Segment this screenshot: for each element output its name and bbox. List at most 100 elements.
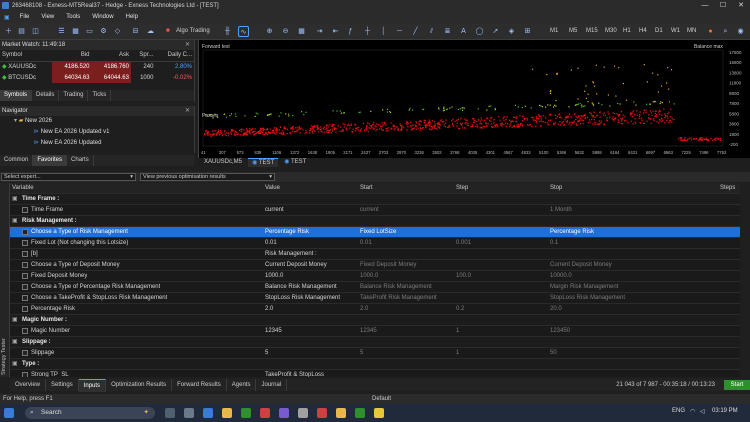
table-row[interactable]: ◆ BTCUSDc 64034.63 64044.63 1000 -0.02% — [0, 72, 194, 83]
tf-m5[interactable]: M5 — [566, 26, 580, 37]
arrow-icon[interactable]: ➚ — [490, 26, 501, 37]
col-start[interactable]: Start — [360, 183, 373, 193]
value-cell[interactable]: Current Deposit Money — [265, 260, 357, 270]
tab-journal[interactable]: Journal — [256, 379, 288, 391]
objects-icon[interactable]: ◈ — [506, 26, 517, 37]
col-step[interactable]: Step — [456, 183, 468, 193]
tf-h1[interactable]: H1 — [620, 26, 634, 37]
zoom-in-icon[interactable]: ⊕ — [264, 26, 275, 37]
stop-cell[interactable]: 0.1 — [550, 238, 710, 248]
value-cell[interactable]: 2.0 — [265, 304, 357, 314]
value-cell[interactable]: 1000.0 — [265, 271, 357, 281]
close-icon[interactable]: ✕ — [185, 40, 190, 50]
table-row[interactable]: Choose a TakeProfit & StopLoss Risk Mana… — [10, 293, 740, 304]
app-2-icon[interactable] — [241, 408, 251, 418]
grid-icon[interactable]: ▦ — [296, 26, 307, 37]
market-watch-icon[interactable]: ◫ — [30, 26, 41, 37]
templates-icon[interactable]: ⊞ — [522, 26, 533, 37]
search-box[interactable]: ⌕ Search ✦ — [25, 407, 155, 419]
tab-ticks[interactable]: Ticks — [88, 90, 112, 101]
start-cell[interactable]: 2.0 — [360, 304, 452, 314]
col-bid[interactable]: Bid — [52, 50, 92, 62]
col-symbol[interactable]: Symbol — [0, 50, 53, 62]
tab-forward-results[interactable]: Forward Results — [172, 379, 227, 391]
value-cell[interactable]: TakeProfit & StopLoss — [265, 370, 357, 377]
task-view-icon[interactable] — [165, 408, 175, 418]
value-cell[interactable]: 5 — [265, 348, 357, 358]
value-cell[interactable]: StopLoss Risk Management — [265, 293, 357, 303]
table-row[interactable]: [b] Risk Management : — [10, 249, 740, 260]
app-4-icon[interactable] — [279, 408, 289, 418]
indicators-icon[interactable]: ƒ — [345, 26, 356, 37]
stop-cell[interactable]: StopLoss Risk Management — [550, 293, 710, 303]
app-3-icon[interactable] — [260, 408, 270, 418]
app-8-icon[interactable] — [355, 408, 365, 418]
tab-trading[interactable]: Trading — [59, 90, 89, 101]
table-row[interactable]: Strong TP_SL TakeProfit & StopLoss — [10, 370, 740, 377]
app-1-icon[interactable] — [203, 408, 213, 418]
start-cell[interactable]: 5 — [360, 348, 452, 358]
crosshair-icon[interactable]: ┼ — [362, 26, 373, 37]
col-variable[interactable]: Variable — [12, 183, 34, 193]
start-cell[interactable]: Fixed LotSize — [360, 227, 452, 237]
tab-optimization-results[interactable]: Optimization Results — [106, 379, 173, 391]
app-7-icon[interactable] — [336, 408, 346, 418]
optimize-checkbox[interactable] — [22, 372, 28, 377]
table-row[interactable]: Magic Number 12345 12345 1 123450 — [10, 326, 740, 337]
table-row[interactable]: Choose a Type of Risk Management Percenta… — [10, 227, 740, 238]
tf-m1[interactable]: M1 — [547, 26, 561, 37]
col-stop[interactable]: Stop — [550, 183, 562, 193]
optimize-checkbox[interactable] — [22, 295, 28, 301]
tab-favorites[interactable]: Favorites — [33, 155, 68, 166]
tf-h4[interactable]: H4 — [636, 26, 650, 37]
navigator-icon[interactable]: ☰ — [56, 26, 67, 37]
previous-results-select[interactable]: View previous optimisation results ▾ — [140, 173, 275, 181]
optimize-checkbox[interactable] — [22, 251, 28, 257]
stop-cell[interactable]: 1 Month — [550, 205, 710, 215]
optimize-checkbox[interactable] — [22, 284, 28, 290]
col-ask[interactable]: Ask — [91, 50, 131, 62]
widgets-icon[interactable] — [184, 408, 194, 418]
trendline-icon[interactable]: ╱ — [410, 26, 421, 37]
tab-charts[interactable]: Charts — [67, 155, 94, 166]
col-daily-change[interactable]: Daily C... — [155, 50, 194, 62]
text-icon[interactable]: A — [458, 26, 469, 37]
value-cell[interactable]: Balance Risk Management — [265, 282, 357, 292]
group-row[interactable]: ▣ Type : — [10, 359, 740, 370]
optimize-checkbox[interactable] — [22, 306, 28, 312]
stop-cell[interactable]: Current Deposit Money — [550, 260, 710, 270]
optimize-checkbox[interactable] — [22, 240, 28, 246]
app-9-icon[interactable] — [374, 408, 384, 418]
volume-icon[interactable]: ◁ — [700, 408, 705, 415]
tree-item-ea[interactable]: ⊳ New EA 2026 Updated v1 — [0, 127, 194, 138]
app-6-icon[interactable] — [317, 408, 327, 418]
table-row[interactable]: Fixed Lot (Not changing this Lotsize) 0.0… — [10, 238, 740, 249]
line-chart-icon[interactable]: ∿ — [238, 26, 249, 37]
group-row[interactable]: ▣ Risk Management : — [10, 216, 740, 227]
collapse-icon[interactable]: ▣ — [12, 194, 18, 204]
profiles-icon[interactable]: ▤ — [16, 26, 27, 37]
optimize-checkbox[interactable] — [22, 350, 28, 356]
tab-overview[interactable]: Overview — [10, 379, 47, 391]
collapse-icon[interactable]: ▣ — [12, 337, 18, 347]
autoscroll-icon[interactable]: ⇥ — [314, 26, 325, 37]
notification-icon[interactable]: ● — [705, 26, 716, 37]
menu-view[interactable]: View — [35, 14, 60, 20]
stop-cell[interactable]: 10000.0 — [550, 271, 710, 281]
shapes-icon[interactable]: ◯ — [474, 26, 485, 37]
cloud-icon[interactable]: ☁ — [145, 26, 156, 37]
group-row[interactable]: ▣ Slippage : — [10, 337, 740, 348]
optimize-checkbox[interactable] — [22, 262, 28, 268]
optimize-checkbox[interactable] — [22, 273, 28, 279]
step-cell[interactable]: 0.2 — [456, 304, 546, 314]
optimize-checkbox[interactable] — [22, 229, 28, 235]
table-row[interactable]: Percentage Risk 2.0 2.0 0.2 20.0 — [10, 304, 740, 315]
value-cell[interactable]: Percentage Risk — [265, 227, 357, 237]
start-cell[interactable]: TakeProfit Risk Management — [360, 293, 452, 303]
optimize-checkbox[interactable] — [22, 207, 28, 213]
tf-m15[interactable]: M15 — [583, 26, 601, 37]
stop-cell[interactable]: Percentage Risk — [550, 227, 710, 237]
menu-window[interactable]: Window — [86, 14, 119, 20]
table-row[interactable]: ◆ XAUUSDc 4186.520 4186.760 240 2.80% — [0, 61, 194, 72]
step-cell[interactable]: 0.001 — [456, 238, 546, 248]
